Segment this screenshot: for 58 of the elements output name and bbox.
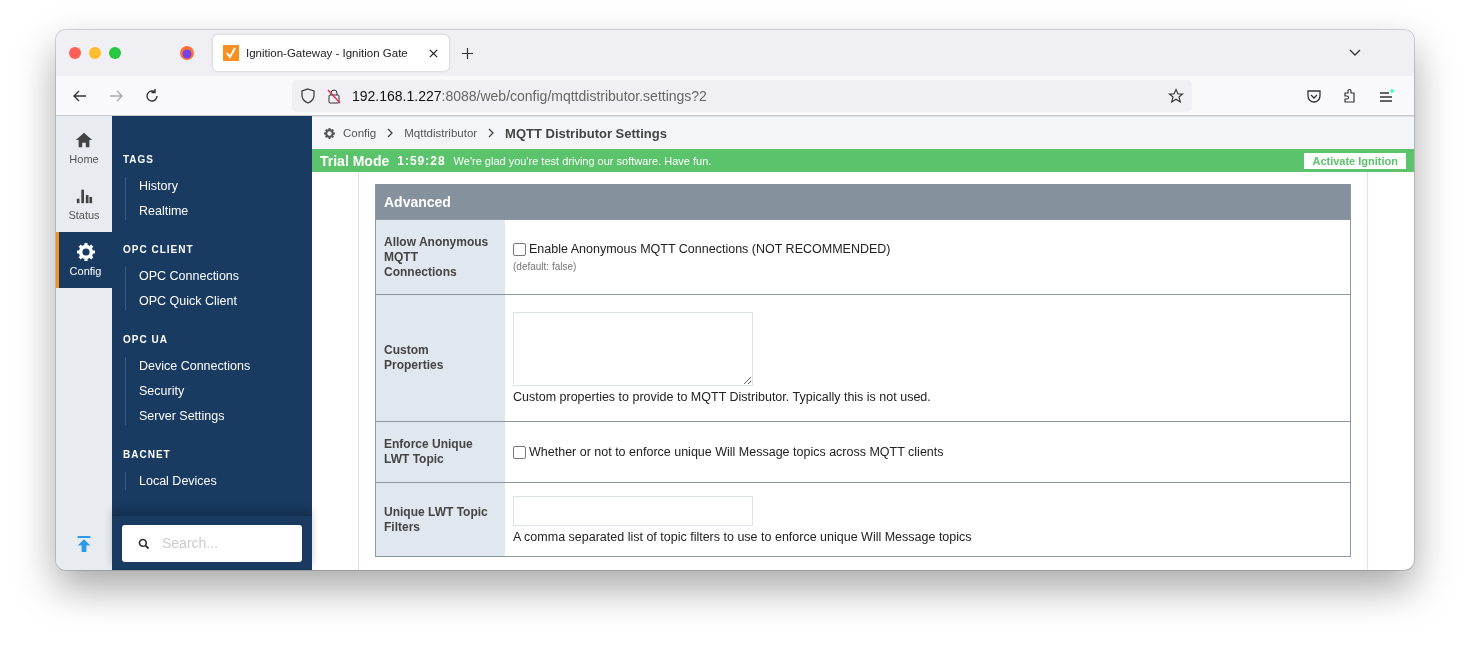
address-bar[interactable]: 192.168.1.227:8088/web/config/mqttdistributor.settings?2 — [292, 79, 1192, 112]
close-icon[interactable] — [428, 47, 439, 59]
setting-label: Unique LWT Topic Filters — [376, 483, 505, 556]
breadcrumb-link[interactable]: Config — [343, 127, 377, 139]
checkbox[interactable] — [513, 445, 526, 459]
trial-timer: 1:59:28 — [397, 153, 446, 168]
reload-icon[interactable] — [144, 87, 160, 104]
house-icon — [75, 131, 93, 149]
input-field[interactable] — [513, 495, 753, 526]
setting-description: A comma separated list of topic filters to use to enforce unique Will Message topics — [513, 529, 973, 544]
setting-label: Enforce Unique LWT Topic — [376, 422, 505, 482]
url-text: 192.168.1.227:8088/web/config/mqttdistributor.settings?2 — [352, 87, 707, 104]
nav-section-heading: TAGS — [123, 154, 156, 165]
checkbox-label: Whether or not to enforce unique Will Message topics across MQTT clients — [529, 445, 944, 459]
scroll-to-top-icon[interactable] — [76, 534, 92, 554]
puzzle-piece-icon[interactable] — [1342, 87, 1358, 104]
gear-icon — [76, 243, 95, 261]
menu-icon[interactable] — [1378, 87, 1394, 104]
nav-link[interactable]: History — [139, 177, 312, 195]
insecure-lock-icon — [326, 87, 342, 104]
rail-nav-item[interactable]: Config — [56, 232, 112, 288]
browser-logo-icon[interactable] — [179, 45, 195, 61]
checkbox[interactable] — [513, 242, 526, 256]
search-icon — [138, 537, 150, 550]
chevron-right-icon — [487, 128, 496, 138]
checkmark-logo-icon — [223, 45, 239, 61]
setting-label: Allow Anonymous MQTT Connections — [376, 220, 505, 294]
pocket-icon[interactable] — [1306, 87, 1322, 104]
setting-label: Custom Properties — [376, 295, 505, 421]
setting-description: Custom properties to provide to MQTT Distributor. Typically this is not used. — [513, 390, 932, 404]
rail-nav-item[interactable]: Home — [56, 120, 112, 176]
nav-link[interactable]: Device Connections — [139, 357, 312, 375]
nav-section-heading: OPC UA — [123, 334, 169, 345]
chevron-right-icon — [386, 128, 395, 138]
tab-title: Ignition-Gateway - Ignition Gate — [246, 47, 409, 59]
trial-message: We're glad you're test driving our software. Have fun. — [453, 154, 712, 167]
default-note: (default: false) — [513, 261, 578, 272]
nav-link[interactable]: Local Devices — [139, 472, 312, 490]
nav-link[interactable]: Realtime — [139, 202, 312, 220]
nav-section-heading: OPC CLIENT — [123, 244, 195, 255]
nav-link[interactable]: OPC Quick Client — [139, 292, 312, 310]
new-tab-icon[interactable] — [461, 46, 474, 60]
nav-link[interactable]: Security — [139, 382, 312, 400]
bar-chart-icon — [75, 187, 93, 205]
nav-link[interactable]: OPC Connections — [139, 267, 312, 285]
rail-nav-item[interactable]: Status — [56, 176, 112, 232]
close-window-icon[interactable] — [69, 47, 81, 59]
gear-icon — [324, 127, 335, 139]
trial-title: Trial Mode — [320, 152, 390, 169]
shield-icon — [300, 87, 316, 104]
star-icon[interactable] — [1168, 87, 1184, 104]
checkbox-label: Enable Anonymous MQTT Connections (NOT RECOMMENDED) — [529, 242, 891, 256]
browser-tab[interactable]: Ignition-Gateway - Ignition Gate — [213, 35, 449, 71]
nav-section-heading: BACNET — [123, 449, 172, 460]
breadcrumb-link[interactable]: Mqttdistributor — [404, 127, 478, 139]
panel-title: Advanced — [384, 193, 451, 210]
page-title: MQTT Distributor Settings — [505, 125, 667, 141]
nav-link[interactable]: Server Settings — [139, 407, 312, 425]
